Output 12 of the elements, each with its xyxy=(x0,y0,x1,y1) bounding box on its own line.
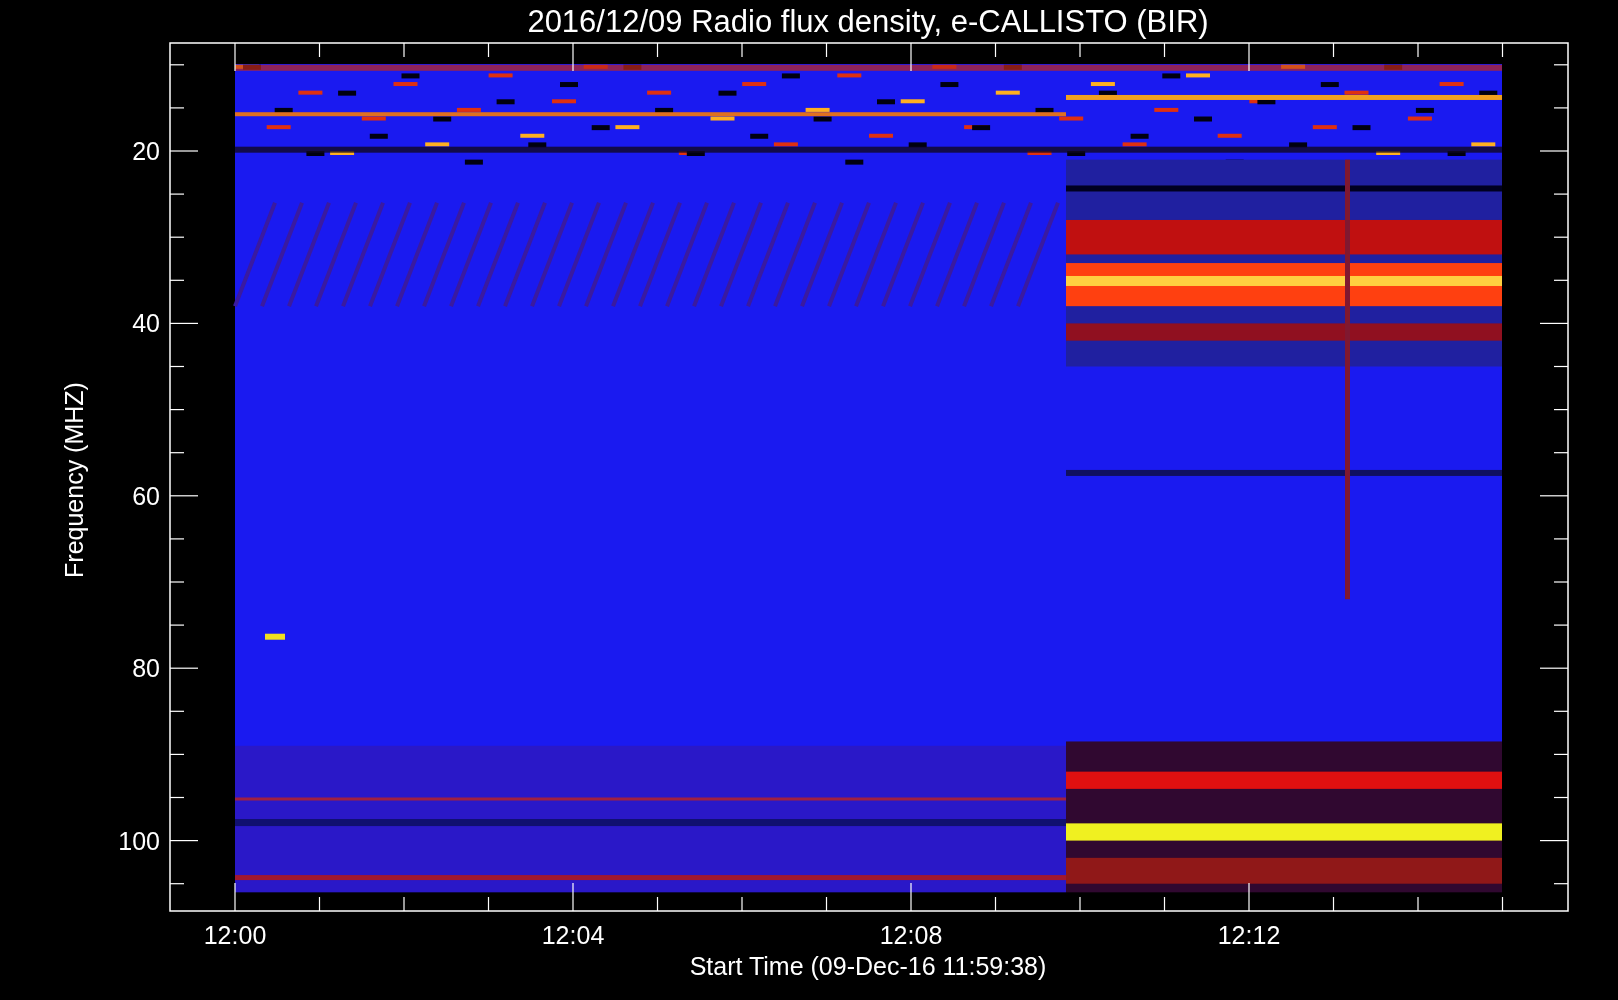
x-tick-label: 12:04 xyxy=(541,921,605,949)
x-axis-label: Start Time (09-Dec-16 11:59:38) xyxy=(689,952,1047,980)
y-tick-label: 60 xyxy=(132,481,160,510)
y-tick-label: 80 xyxy=(132,654,160,683)
y-tick-label: 40 xyxy=(132,309,160,338)
chart-title: 2016/12/09 Radio flux density, e-CALLISTO (BIR) xyxy=(527,4,1209,39)
y-axis-label: Frequency (MHZ) xyxy=(60,382,88,578)
x-tick-label: 12:00 xyxy=(203,921,267,949)
x-tick-label: 12:12 xyxy=(1217,921,1281,949)
x-tick-label: 12:08 xyxy=(879,921,943,949)
y-tick-label: 100 xyxy=(118,826,160,855)
y-tick-label: 20 xyxy=(132,137,160,165)
